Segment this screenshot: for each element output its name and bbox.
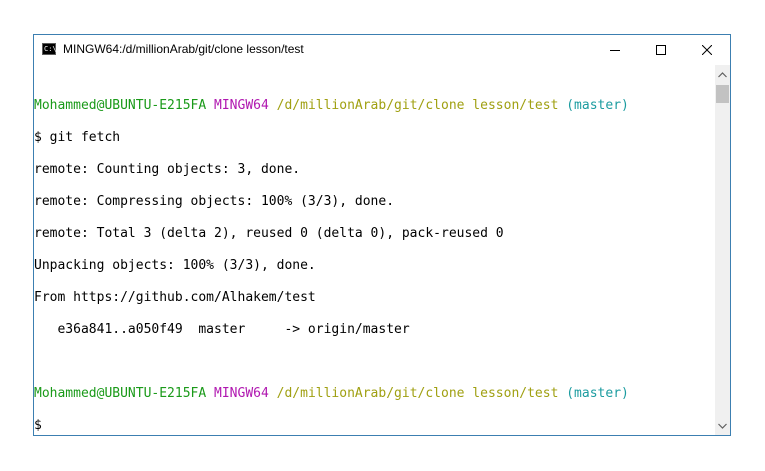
maximize-icon [656,45,666,55]
prompt-system: MINGW64 [214,98,269,113]
minimize-icon [610,50,620,51]
prompt-branch: (master) [566,386,629,401]
prompt-path: /d/millionArab/git/clone lesson/test [276,386,559,401]
output-line: remote: Compressing objects: 100% (3/3),… [34,194,395,209]
output-line: remote: Counting objects: 3, done. [34,162,301,177]
prompt-line: Mohammed@UBUNTU-E215FA MINGW64 /d/millio… [34,98,714,114]
prompt-line: Mohammed@UBUNTU-E215FA MINGW64 /d/millio… [34,386,714,402]
close-icon [702,45,712,55]
maximize-button[interactable] [638,35,684,65]
minimize-button[interactable] [592,35,638,65]
vertical-scrollbar[interactable] [715,65,730,435]
terminal-app-icon[interactable]: C:\ [42,43,57,55]
prompt-user-host: Mohammed@UBUNTU-E215FA [34,386,207,401]
title-bar[interactable]: C:\ MINGW64:/d/millionArab/git/clone les… [34,35,730,65]
terminal-window: C:\ MINGW64:/d/millionArab/git/clone les… [33,34,731,436]
close-button[interactable] [684,35,730,65]
command-line: $ [34,418,42,433]
scroll-down-button[interactable] [715,418,730,435]
prompt-branch: (master) [566,98,629,113]
prompt-user-host: Mohammed@UBUNTU-E215FA [34,98,207,113]
prompt-system: MINGW64 [214,386,269,401]
terminal-output[interactable]: Mohammed@UBUNTU-E215FA MINGW64 /d/millio… [34,65,714,435]
scroll-thumb[interactable] [716,85,729,103]
output-line: remote: Total 3 (delta 2), reused 0 (del… [34,226,504,241]
output-line: Unpacking objects: 100% (3/3), done. [34,258,316,273]
prompt-glyph: C:\ [44,45,57,53]
window-title: MINGW64:/d/millionArab/git/clone lesson/… [63,42,304,56]
output-line: From https://github.com/Alhakem/test [34,290,316,305]
chevron-down-icon [718,423,727,429]
prompt-path: /d/millionArab/git/clone lesson/test [276,98,559,113]
command-line: $ git fetch [34,130,121,145]
chevron-up-icon [718,72,727,78]
scroll-up-button[interactable] [715,67,730,84]
output-line: e36a841..a050f49 master -> origin/master [34,322,410,337]
